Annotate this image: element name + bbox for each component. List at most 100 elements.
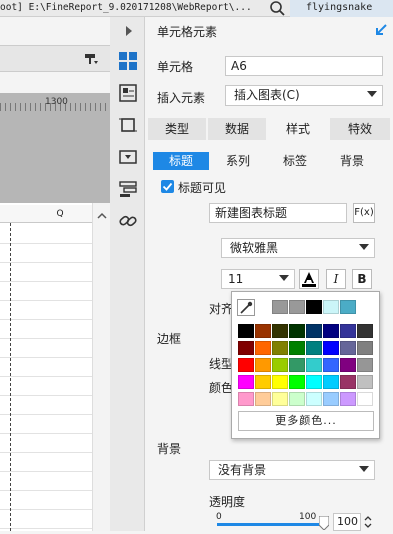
opacity-slider-thumb[interactable] [318, 515, 330, 531]
color-swatch[interactable] [238, 375, 254, 389]
color-swatch[interactable] [255, 358, 271, 372]
color-swatch[interactable] [255, 375, 271, 389]
color-swatch[interactable] [340, 392, 356, 406]
color-swatch[interactable] [289, 341, 305, 355]
color-swatch[interactable] [255, 341, 271, 355]
color-swatch[interactable] [357, 358, 373, 372]
recent-color-swatch[interactable] [306, 300, 322, 314]
color-swatch[interactable] [306, 392, 322, 406]
title-visible-checkbox[interactable] [161, 180, 174, 193]
italic-button[interactable]: I [326, 269, 346, 289]
grid-line [0, 490, 92, 491]
color-swatch[interactable] [272, 375, 288, 389]
scroll-up-icon[interactable] [93, 207, 111, 225]
subtab-background[interactable]: 背景 [325, 152, 379, 170]
grid-line [0, 281, 92, 282]
color-swatch[interactable] [306, 324, 322, 338]
subtab-title[interactable]: 标题 [153, 152, 209, 170]
color-swatch[interactable] [289, 358, 305, 372]
bold-button[interactable]: B [352, 269, 372, 289]
cell-attribute-icon[interactable] [118, 83, 138, 103]
eyedropper-button[interactable] [237, 299, 255, 316]
chevron-down-icon [367, 91, 377, 97]
insert-element-select[interactable]: 插入图表(C) [225, 85, 383, 106]
formula-button[interactable]: F(x) [353, 203, 375, 223]
color-swatch[interactable] [323, 341, 339, 355]
tab-type[interactable]: 类型 [148, 118, 206, 140]
color-swatch[interactable] [272, 341, 288, 355]
font-family-select[interactable]: 微软雅黑 [221, 238, 375, 258]
color-swatch[interactable] [357, 392, 373, 406]
format-painter-icon[interactable] [84, 52, 98, 66]
ruler [0, 93, 110, 203]
opacity-spinner[interactable] [362, 513, 374, 531]
opacity-slider-track[interactable] [217, 523, 323, 526]
grid-line [0, 528, 92, 529]
color-swatch[interactable] [238, 324, 254, 338]
color-swatch[interactable] [340, 358, 356, 372]
search-icon[interactable] [266, 0, 288, 17]
cell-label: 单元格 [157, 60, 194, 74]
line-type-label: 线型 [209, 357, 234, 371]
color-swatch[interactable] [306, 341, 322, 355]
color-swatch[interactable] [306, 375, 322, 389]
username[interactable]: flyingsnake [290, 0, 393, 17]
recent-color-swatch[interactable] [323, 300, 339, 314]
font-color-button[interactable] [299, 269, 319, 289]
tab-effect[interactable]: 特效 [330, 118, 390, 140]
eyedropper-icon [240, 301, 253, 314]
side-icon-strip [110, 17, 145, 531]
color-swatch[interactable] [323, 358, 339, 372]
subtab-series[interactable]: 系列 [211, 152, 265, 170]
color-swatch[interactable] [340, 375, 356, 389]
font-size-select[interactable]: 11 [221, 269, 295, 289]
opacity-max-label: 100 [299, 512, 317, 522]
opacity-label: 透明度 [209, 495, 246, 509]
color-swatch[interactable] [272, 358, 288, 372]
font-family-value: 微软雅黑 [230, 241, 279, 255]
column-header[interactable]: Q [0, 205, 92, 223]
vertical-scrollbar[interactable] [92, 203, 110, 531]
color-swatch[interactable] [340, 324, 356, 338]
recent-color-swatch[interactable] [340, 300, 356, 314]
color-swatch[interactable] [323, 375, 339, 389]
check-icon [162, 182, 173, 191]
color-swatch[interactable] [357, 324, 373, 338]
color-swatch[interactable] [238, 358, 254, 372]
tab-style[interactable]: 样式 [268, 118, 328, 140]
border-frame-icon[interactable] [118, 115, 138, 135]
hyperlink-icon[interactable] [118, 211, 138, 231]
title-text-field[interactable]: 新建图表标题 [209, 203, 347, 223]
color-swatch[interactable] [289, 392, 305, 406]
subtab-label[interactable]: 标签 [267, 152, 323, 170]
color-swatch[interactable] [255, 324, 271, 338]
color-swatch[interactable] [272, 324, 288, 338]
color-swatch[interactable] [357, 341, 373, 355]
color-swatch[interactable] [272, 392, 288, 406]
grid-line [0, 414, 92, 415]
more-colors-button[interactable]: 更多颜色... [238, 411, 374, 431]
color-swatch[interactable] [323, 324, 339, 338]
color-swatch[interactable] [255, 392, 271, 406]
cell-field[interactable]: A6 [225, 56, 383, 76]
condition-attribute-icon[interactable] [118, 179, 138, 199]
tab-data[interactable]: 数据 [208, 118, 266, 140]
recent-color-swatch[interactable] [272, 300, 288, 314]
opacity-value-field[interactable]: 100 [333, 513, 361, 531]
color-swatch[interactable] [289, 375, 305, 389]
recent-color-swatch[interactable] [289, 300, 305, 314]
color-swatch[interactable] [238, 392, 254, 406]
color-swatch[interactable] [289, 324, 305, 338]
color-swatch[interactable] [306, 358, 322, 372]
page-break-line [10, 223, 11, 531]
color-swatch[interactable] [340, 341, 356, 355]
color-swatch[interactable] [238, 341, 254, 355]
color-swatch[interactable] [323, 392, 339, 406]
font-size-value: 11 [228, 272, 244, 286]
color-swatch[interactable] [357, 375, 373, 389]
expand-arrow-icon[interactable] [374, 23, 388, 37]
cell-element-icon[interactable] [118, 51, 138, 71]
background-select[interactable]: 没有背景 [209, 460, 375, 480]
collapse-arrow-icon[interactable] [118, 21, 138, 41]
widget-icon[interactable] [118, 147, 138, 167]
